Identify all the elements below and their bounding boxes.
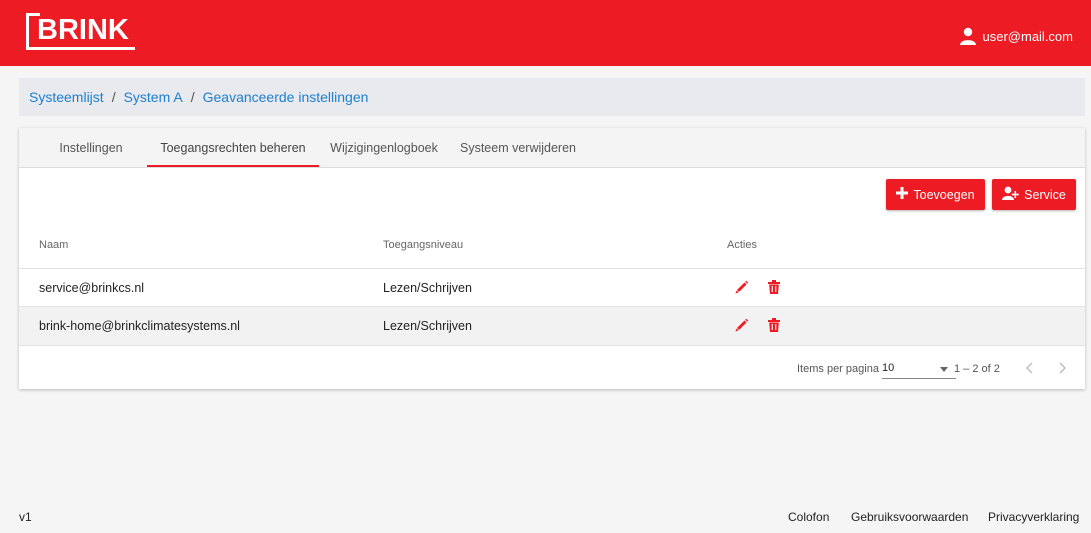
brink-logo[interactable]: BRINK: [26, 13, 135, 50]
items-per-page-label: Items per pagina: [797, 363, 879, 375]
footer-link-privacyverklaring[interactable]: Privacyverklaring: [988, 510, 1079, 524]
service-button[interactable]: Service: [992, 179, 1076, 210]
footer: v1 Colofon Gebruiksvoorwaarden Privacyve…: [0, 496, 1091, 533]
tab-bar: Instellingen Toegangsrechten beheren Wij…: [19, 128, 1085, 168]
trash-icon[interactable]: [768, 318, 780, 335]
column-header-naam[interactable]: Naam: [39, 239, 68, 251]
table-row: service@brinkcs.nl Lezen/Schrijven: [19, 268, 1085, 307]
add-button-label: Toevoegen: [913, 187, 975, 202]
access-rights-card: Instellingen Toegangsrechten beheren Wij…: [19, 128, 1085, 389]
items-per-page-value: 10: [882, 362, 895, 374]
breadcrumb-current[interactable]: Geavanceerde instellingen: [203, 89, 369, 105]
tab-toegangsrechten[interactable]: Toegangsrechten beheren: [147, 128, 319, 167]
breadcrumb: Systeemlijst / System A / Geavanceerde i…: [19, 78, 1085, 116]
paginator: Items per pagina 10 1 – 2 of 2: [19, 345, 1085, 390]
breadcrumb-separator: /: [111, 89, 116, 105]
chevron-down-icon: [940, 367, 948, 372]
service-button-label: Service: [1024, 187, 1066, 202]
tab-instellingen[interactable]: Instellingen: [39, 128, 143, 167]
range-label: 1 – 2 of 2: [954, 363, 1000, 375]
user-plus-icon: [1002, 186, 1019, 203]
row-level: Lezen/Schrijven: [383, 319, 472, 333]
footer-link-gebruiksvoorwaarden[interactable]: Gebruiksvoorwaarden: [851, 510, 968, 524]
breadcrumb-separator: /: [190, 89, 195, 105]
column-header-acties: Acties: [727, 239, 757, 251]
plus-icon: [896, 187, 909, 202]
version-label: v1: [19, 510, 32, 524]
row-name: service@brinkcs.nl: [39, 281, 145, 295]
user-icon: [959, 27, 977, 45]
next-page-button[interactable]: [1055, 360, 1069, 379]
breadcrumb-systeemlijst[interactable]: Systeemlijst: [29, 89, 104, 105]
previous-page-button[interactable]: [1023, 360, 1037, 379]
pencil-icon[interactable]: [735, 280, 749, 297]
footer-link-colofon[interactable]: Colofon: [788, 510, 829, 524]
pencil-icon[interactable]: [735, 318, 749, 335]
column-header-toegangsniveau[interactable]: Toegangsniveau: [383, 239, 463, 251]
table-row: brink-home@brinkclimatesystems.nl Lezen/…: [19, 306, 1085, 345]
add-button[interactable]: Toevoegen: [886, 179, 985, 210]
trash-icon[interactable]: [768, 280, 780, 297]
user-menu[interactable]: user@mail.com: [959, 26, 1074, 46]
items-per-page-select[interactable]: 10: [882, 362, 956, 379]
breadcrumb-system[interactable]: System A: [124, 89, 183, 105]
tab-wijzigingenlogboek[interactable]: Wijzigingenlogboek: [319, 128, 449, 167]
top-bar: BRINK user@mail.com: [0, 0, 1091, 66]
row-name: brink-home@brinkclimatesystems.nl: [39, 319, 240, 333]
user-email: user@mail.com: [982, 28, 1074, 44]
tab-systeem-verwijderen[interactable]: Systeem verwijderen: [451, 128, 585, 167]
row-level: Lezen/Schrijven: [383, 281, 472, 295]
